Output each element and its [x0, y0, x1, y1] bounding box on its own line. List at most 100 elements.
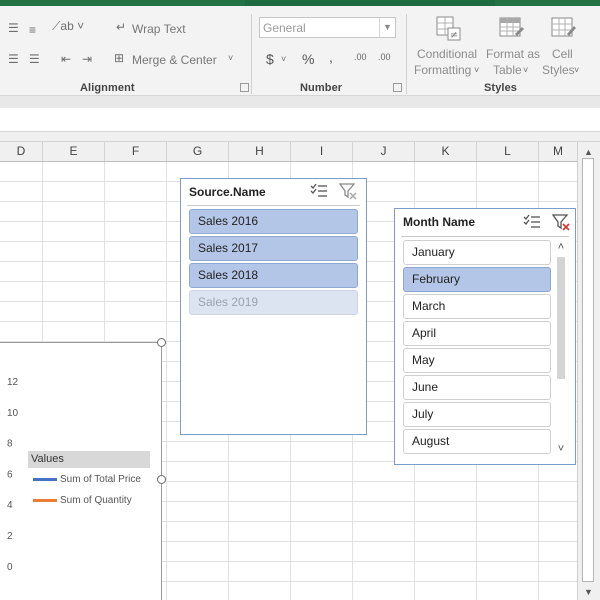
legend-swatch	[33, 477, 57, 481]
ribbon-gap	[0, 96, 600, 108]
percent-button[interactable]: %	[302, 51, 314, 67]
y-tick-label: 8	[7, 439, 13, 450]
y-tick-label: 4	[7, 500, 13, 511]
legend-swatch	[33, 498, 57, 502]
slicer-item-august[interactable]: August	[403, 429, 551, 454]
comma-button[interactable]: ,	[329, 49, 333, 65]
cell-styles-icon[interactable]	[549, 14, 577, 42]
slicer-item-march[interactable]: March	[403, 294, 551, 319]
chevron-down-icon[interactable]: ˅	[474, 66, 479, 75]
currency-dropdown-icon[interactable]: ˅	[281, 55, 286, 64]
slicer-item-june[interactable]: June	[403, 375, 551, 400]
y-tick-label: 0	[7, 562, 13, 573]
number-launcher-icon[interactable]	[393, 83, 402, 92]
ribbon: ☰ ≡ ⟋ab ˅ ☰ ☰ ⇤ ⇥ ↵ Wrap Text ⊞ Merge & …	[0, 6, 600, 96]
group-divider	[406, 14, 407, 94]
alignment-launcher-icon[interactable]	[240, 83, 249, 92]
multi-select-icon[interactable]	[309, 182, 329, 200]
cell-styles-label-2[interactable]: Styles	[542, 63, 575, 77]
clear-filter-icon[interactable]	[551, 213, 571, 231]
wrap-text-icon: ↵	[116, 20, 127, 34]
chevron-down-icon[interactable]: ˅	[523, 66, 528, 75]
vertical-scrollbar[interactable]: ▲ ▼	[577, 142, 600, 600]
chevron-down-icon[interactable]: ˅	[574, 66, 579, 75]
svg-text:≠: ≠	[450, 30, 458, 41]
conditional-formatting-label-1[interactable]: Conditional	[417, 47, 477, 61]
legend-title: Values	[28, 451, 150, 468]
formula-gap	[0, 132, 600, 142]
scroll-thumb[interactable]	[582, 158, 594, 582]
merge-dropdown-icon[interactable]: ˅	[228, 54, 233, 63]
scroll-down-icon[interactable]: ▼	[580, 584, 597, 600]
align-center-icon[interactable]: ☰	[29, 53, 40, 65]
slicer-title: Month Name	[403, 215, 475, 229]
slicer-item-sales-2019[interactable]: Sales 2019	[189, 290, 358, 315]
formula-bar[interactable]	[0, 108, 600, 132]
alignment-group-label: Alignment	[80, 82, 135, 94]
column-header[interactable]: G	[167, 142, 229, 161]
pivot-chart[interactable]: 12 10 8 6 4 2 0 Values Sum of Total Price Sum …	[0, 342, 162, 600]
number-format-select[interactable]: General ▼	[259, 17, 396, 38]
slicer-divider	[401, 236, 569, 237]
slicer-scrollbar[interactable]: ˄ ˅	[552, 239, 570, 461]
legend-entry-quantity: Sum of Quantity	[33, 495, 132, 506]
slicer-item-april[interactable]: April	[403, 321, 551, 346]
cell-styles-label-1[interactable]: Cell	[552, 47, 573, 61]
wrap-text-button[interactable]: Wrap Text	[132, 22, 186, 36]
top-align-icon[interactable]: ☰	[8, 22, 19, 34]
column-header[interactable]: D	[0, 142, 43, 161]
slicer-source-name[interactable]: Source.Name Sales 2016 Sales 2017 Sales …	[180, 178, 367, 435]
slicer-scroll-thumb[interactable]	[557, 257, 565, 379]
column-header[interactable]: K	[415, 142, 477, 161]
slicer-item-sales-2017[interactable]: Sales 2017	[189, 236, 358, 261]
column-header[interactable]: M	[539, 142, 577, 161]
column-header[interactable]: F	[105, 142, 167, 161]
slicer-item-january[interactable]: January	[403, 240, 551, 265]
format-as-table-label-1[interactable]: Format as	[486, 47, 540, 61]
multi-select-icon[interactable]	[522, 213, 542, 231]
slicer-item-july[interactable]: July	[403, 402, 551, 427]
legend-label: Sum of Total Price	[60, 474, 141, 485]
merge-center-button[interactable]: Merge & Center	[132, 53, 217, 67]
chart-resize-handle[interactable]	[157, 475, 166, 484]
y-tick-label: 10	[7, 408, 19, 419]
column-header[interactable]: E	[43, 142, 105, 161]
slicer-item-sales-2016[interactable]: Sales 2016	[189, 209, 358, 234]
chart-resize-handle[interactable]	[157, 338, 166, 347]
decrease-decimal-button[interactable]: .00	[378, 52, 391, 62]
number-format-value: General	[263, 21, 306, 35]
chevron-down-icon[interactable]: ▼	[379, 18, 395, 37]
slicer-item-may[interactable]: May	[403, 348, 551, 373]
slicer-month-name[interactable]: Month Name January February March April …	[394, 208, 576, 465]
format-as-table-label-2[interactable]: Table	[493, 63, 522, 77]
column-header[interactable]: I	[291, 142, 353, 161]
y-tick-label: 12	[7, 377, 19, 388]
number-group-label: Number	[300, 82, 343, 94]
scroll-up-icon[interactable]: ˄	[552, 241, 570, 253]
orientation-icon[interactable]: ⟋ab ˅	[52, 20, 84, 32]
legend-entry-total-price: Sum of Total Price	[33, 474, 141, 485]
middle-align-icon[interactable]: ≡	[29, 24, 36, 36]
clear-filter-icon[interactable]	[338, 182, 358, 200]
slicer-item-sales-2018[interactable]: Sales 2018	[189, 263, 358, 288]
slicer-item-february[interactable]: February	[403, 267, 551, 292]
conditional-formatting-icon[interactable]: ≠	[434, 14, 462, 42]
column-header[interactable]: L	[477, 142, 539, 161]
column-header[interactable]: H	[229, 142, 291, 161]
y-tick-label: 6	[7, 469, 13, 480]
slicer-title: Source.Name	[189, 185, 266, 199]
scroll-down-icon[interactable]: ˅	[552, 443, 570, 455]
increase-decimal-button[interactable]: .00	[354, 52, 367, 62]
slicer-divider	[187, 205, 360, 206]
column-headers: D E F G H I J K L M	[0, 142, 577, 162]
column-header[interactable]: J	[353, 142, 415, 161]
align-left-icon[interactable]: ☰	[8, 53, 19, 65]
format-as-table-icon[interactable]	[497, 14, 525, 42]
chart-plot-area: 12 10 8 6 4 2 0	[7, 377, 19, 573]
merge-center-icon: ⊞	[114, 51, 125, 65]
decrease-indent-icon[interactable]: ⇤	[61, 53, 71, 65]
currency-button[interactable]: $	[266, 51, 274, 67]
group-divider	[251, 14, 252, 94]
conditional-formatting-label-2[interactable]: Formatting	[414, 63, 471, 77]
increase-indent-icon[interactable]: ⇥	[82, 53, 92, 65]
